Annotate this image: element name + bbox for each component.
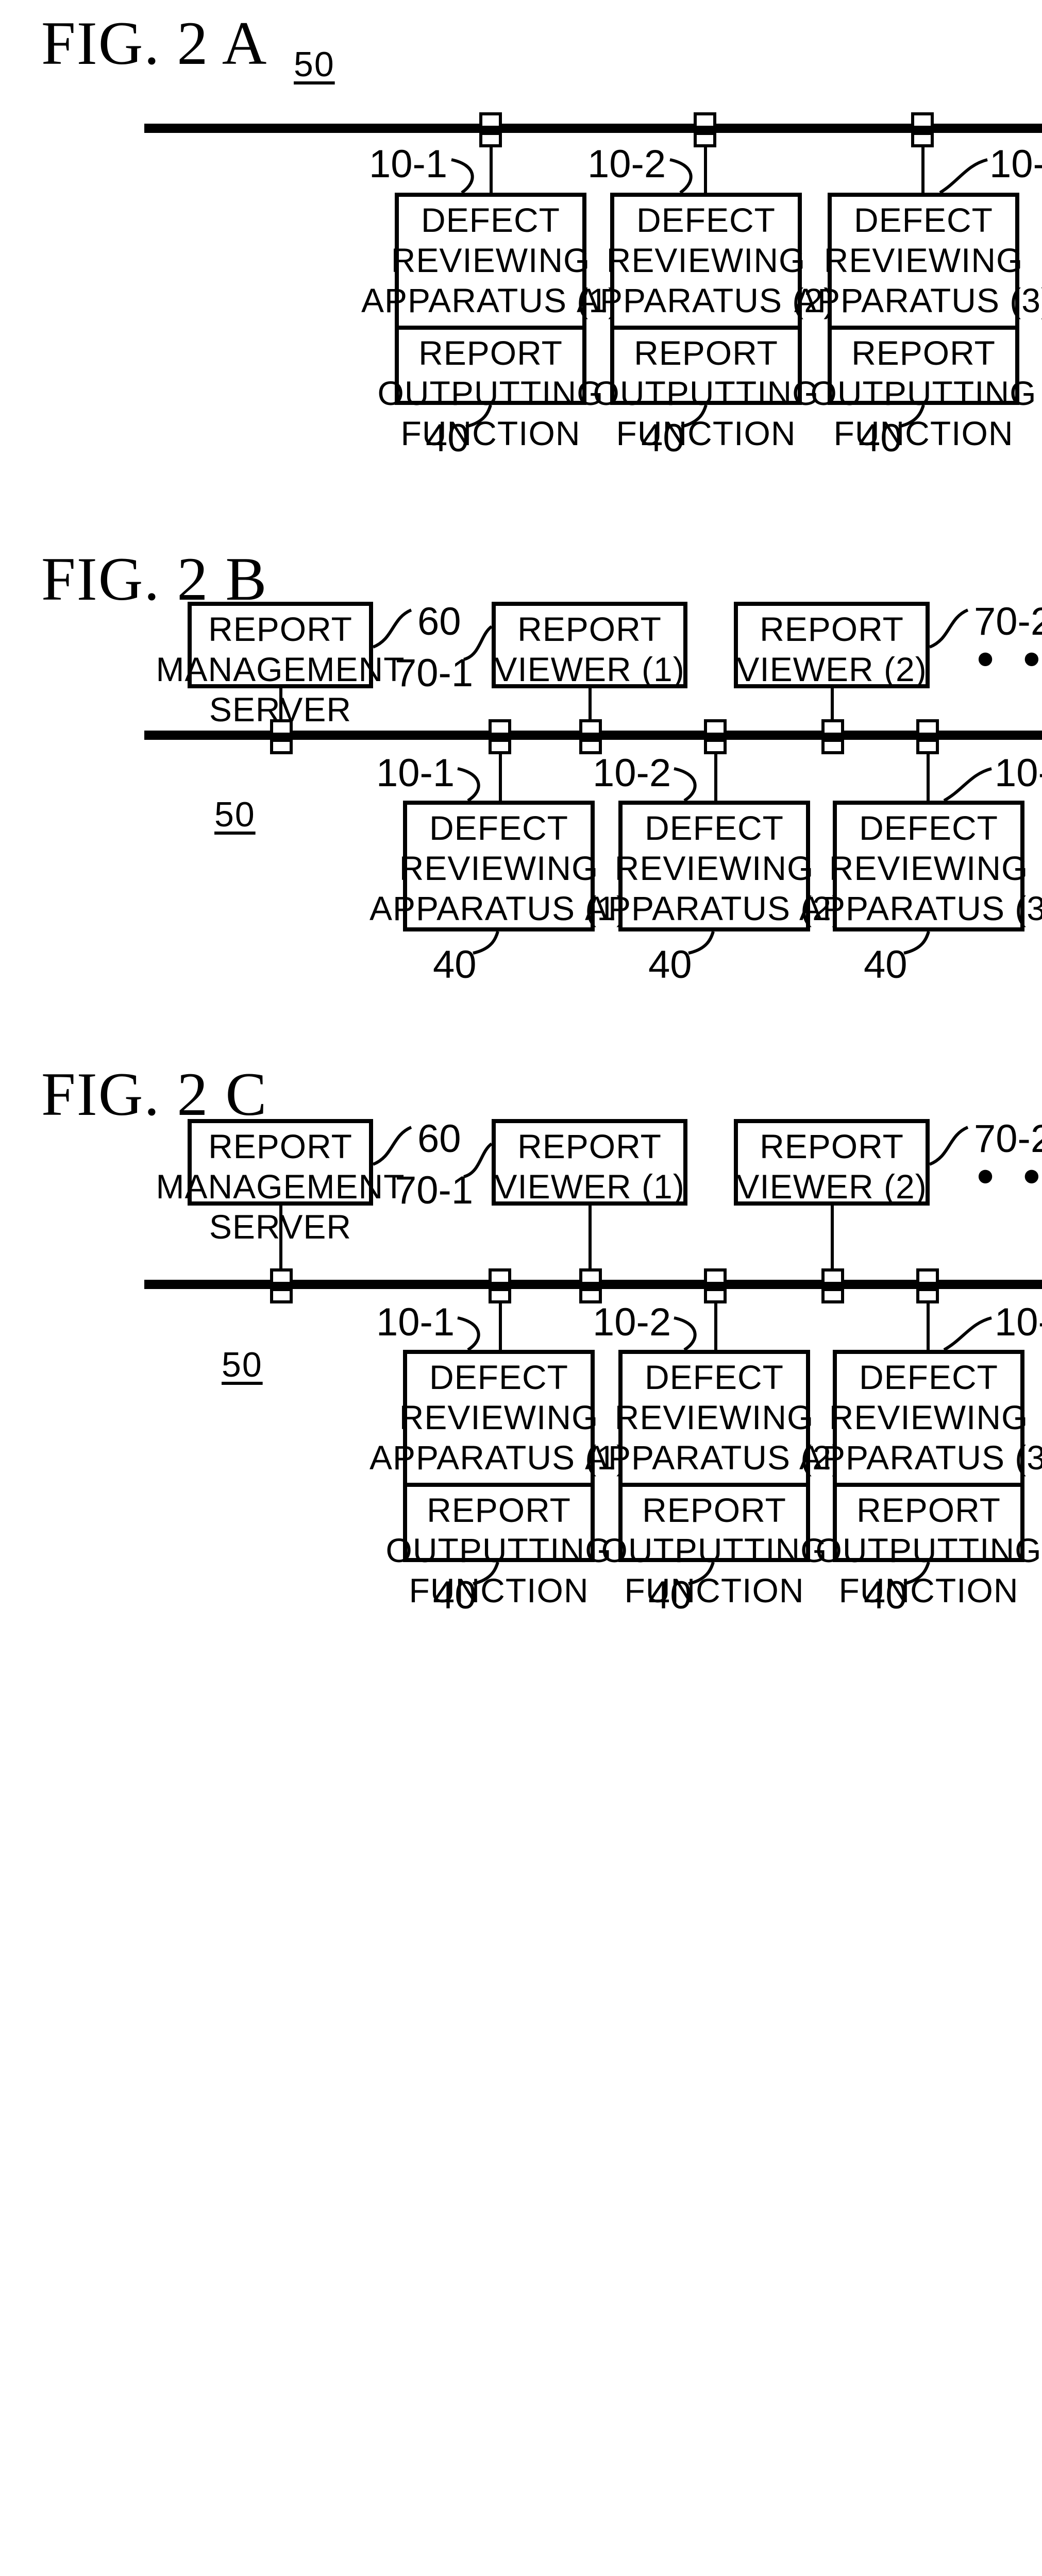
bus-tap-2b-1 — [270, 719, 293, 754]
drop-lead-2c-1 — [499, 1303, 502, 1350]
apparatus-ref-2a-1: 10-1 — [369, 143, 448, 187]
bus-tap-2a-1 — [479, 112, 502, 147]
viewer-title-2b-2: REPORT VIEWER (2) — [736, 610, 927, 688]
apparatus-ref-2a-2: 10-2 — [587, 143, 666, 187]
apparatus-title-2a-1: DEFECT REVIEWING APPARATUS (1) — [361, 197, 619, 330]
function-ref-2c-3: 40 — [864, 1574, 907, 1618]
apparatus-title-2b-1: DEFECT REVIEWING APPARATUS (1) — [369, 809, 628, 927]
drop-lead-2b-1 — [499, 754, 502, 801]
drop-lead-2b-3 — [927, 754, 930, 801]
report-viewer-2b-1[interactable]: REPORT VIEWER (1) — [492, 602, 687, 688]
defect-reviewing-apparatus-2b-3[interactable]: DEFECT REVIEWING APPARATUS (3) — [799, 801, 1042, 931]
defect-reviewing-apparatus-2b-1[interactable]: DEFECT REVIEWING APPARATUS (1) — [369, 801, 628, 931]
function-ref-2b-1: 40 — [433, 944, 477, 987]
bus-tap-2c-3 — [579, 1268, 602, 1303]
bus-tap-2b-4 — [704, 719, 727, 754]
leader-server-2c — [372, 1126, 412, 1166]
defect-reviewing-apparatus-2c-3[interactable]: DEFECT REVIEWING APPARATUS (3) REPORT OU… — [799, 1350, 1042, 1609]
leader-viewer-2c-2 — [929, 1126, 969, 1166]
bus-tap-2c-2 — [489, 1268, 511, 1303]
bus-tap-2a-2 — [694, 112, 716, 147]
ellipsis-top-2c: • • • — [977, 1149, 1042, 1202]
leader-apparatus-2c-1 — [457, 1316, 480, 1351]
apparatus-title-2a-3: DEFECT REVIEWING APPARATUS (3) — [794, 197, 1042, 330]
viewer-ref-2b-1: 70-1 — [395, 652, 474, 696]
bus-tap-2b-2 — [489, 719, 511, 754]
bus-tap-2c-6 — [916, 1268, 939, 1303]
drop-lead-2c-3 — [927, 1303, 930, 1350]
report-management-server-2b[interactable]: REPORT MANAGEMENT SERVER — [156, 602, 405, 728]
apparatus-ref-2b-2: 10-2 — [593, 752, 671, 795]
leader-viewer-2b-2 — [929, 608, 969, 649]
function-ref-2a-1: 40 — [426, 417, 469, 461]
drop-lead-2a-1 — [490, 147, 493, 193]
system-ref-2c: 50 — [222, 1346, 263, 1385]
apparatus-title-2b-3: DEFECT REVIEWING APPARATUS (3) — [799, 809, 1042, 927]
leader-apparatus-2a-1 — [451, 158, 474, 194]
defect-reviewing-apparatus-2a-1[interactable]: DEFECT REVIEWING APPARATUS (1) REPORT OU… — [361, 193, 619, 452]
apparatus-title-2b-2: DEFECT REVIEWING APPARATUS (2) — [585, 809, 844, 927]
viewer-title-2c-2: REPORT VIEWER (2) — [736, 1127, 927, 1206]
apparatus-ref-2b-3: 10-3 — [995, 752, 1042, 795]
bus-tap-2b-5 — [821, 719, 844, 754]
function-ref-2a-2: 40 — [641, 417, 685, 461]
apparatus-ref-2c-1: 10-1 — [376, 1301, 455, 1345]
apparatus-ref-2b-1: 10-1 — [376, 752, 455, 795]
report-management-server-2c[interactable]: REPORT MANAGEMENT SERVER — [156, 1119, 405, 1246]
apparatus-title-2c-3: DEFECT REVIEWING APPARATUS (3) — [799, 1354, 1042, 1487]
function-ref-2a-3: 40 — [859, 417, 902, 461]
apparatus-ref-2a-3: 10-3 — [989, 143, 1042, 187]
function-ref-2c-1: 40 — [433, 1574, 477, 1618]
bus-tap-2c-5 — [821, 1268, 844, 1303]
leader-server-2b — [372, 608, 412, 649]
leader-apparatus-2c-2 — [674, 1316, 697, 1351]
apparatus-title-2c-1: DEFECT REVIEWING APPARATUS (1) — [369, 1354, 628, 1487]
system-ref-2a: 50 — [294, 45, 335, 84]
bus-tap-2b-3 — [579, 719, 602, 754]
leader-function-2b-2 — [688, 931, 715, 955]
report-viewer-2c-2[interactable]: REPORT VIEWER (2) — [734, 1119, 930, 1206]
figure-title-2a: FIG. 2 A — [41, 9, 268, 77]
report-viewer-2b-2[interactable]: REPORT VIEWER (2) — [734, 602, 930, 688]
leader-apparatus-2b-1 — [457, 767, 480, 802]
leader-apparatus-2a-3 — [939, 158, 988, 194]
leader-apparatus-2a-2 — [669, 158, 693, 194]
defect-reviewing-apparatus-2a-2[interactable]: DEFECT REVIEWING APPARATUS (2) REPORT OU… — [577, 193, 835, 452]
function-ref-2b-3: 40 — [864, 944, 907, 987]
network-bus-2a — [144, 124, 1042, 133]
defect-reviewing-apparatus-2c-1[interactable]: DEFECT REVIEWING APPARATUS (1) REPORT OU… — [369, 1350, 628, 1609]
drop-lead-2b-2 — [714, 754, 717, 801]
leader-function-2b-3 — [903, 931, 930, 955]
apparatus-ref-2c-3: 10-3 — [995, 1301, 1042, 1345]
defect-reviewing-apparatus-2c-2[interactable]: DEFECT REVIEWING APPARATUS (2) REPORT OU… — [585, 1350, 843, 1609]
report-viewer-2c-1[interactable]: REPORT VIEWER (1) — [492, 1119, 687, 1206]
leader-function-2b-1 — [473, 931, 499, 955]
function-ref-2b-2: 40 — [648, 944, 692, 987]
server-ref-2c: 60 — [417, 1118, 461, 1161]
bus-tap-2c-4 — [704, 1268, 727, 1303]
defect-reviewing-apparatus-2b-2[interactable]: DEFECT REVIEWING APPARATUS (2) — [585, 801, 844, 931]
drop-lead-2a-3 — [921, 147, 925, 193]
server-ref-2b: 60 — [417, 601, 461, 644]
bus-tap-2b-6 — [916, 719, 939, 754]
drop-lead-2a-2 — [704, 147, 707, 193]
system-ref-2b: 50 — [214, 795, 256, 835]
defect-reviewing-apparatus-2a-3[interactable]: DEFECT REVIEWING APPARATUS (3) REPORT OU… — [794, 193, 1042, 452]
leader-apparatus-2c-3 — [943, 1316, 992, 1351]
apparatus-title-2a-2: DEFECT REVIEWING APPARATUS (2) — [577, 197, 835, 330]
apparatus-ref-2c-2: 10-2 — [593, 1301, 671, 1345]
function-ref-2c-2: 40 — [648, 1574, 692, 1618]
viewer-title-2c-1: REPORT VIEWER (1) — [494, 1127, 685, 1206]
apparatus-title-2c-2: DEFECT REVIEWING APPARATUS (2) — [585, 1354, 843, 1487]
viewer-ref-2c-1: 70-1 — [395, 1170, 474, 1213]
bus-tap-2a-3 — [911, 112, 934, 147]
drop-lead-2c-2 — [714, 1303, 717, 1350]
leader-apparatus-2b-2 — [674, 767, 697, 802]
ellipsis-top-2b: • • • — [977, 632, 1042, 685]
viewer-title-2b-1: REPORT VIEWER (1) — [494, 610, 685, 688]
leader-apparatus-2b-3 — [943, 767, 992, 802]
bus-tap-2c-1 — [270, 1268, 293, 1303]
